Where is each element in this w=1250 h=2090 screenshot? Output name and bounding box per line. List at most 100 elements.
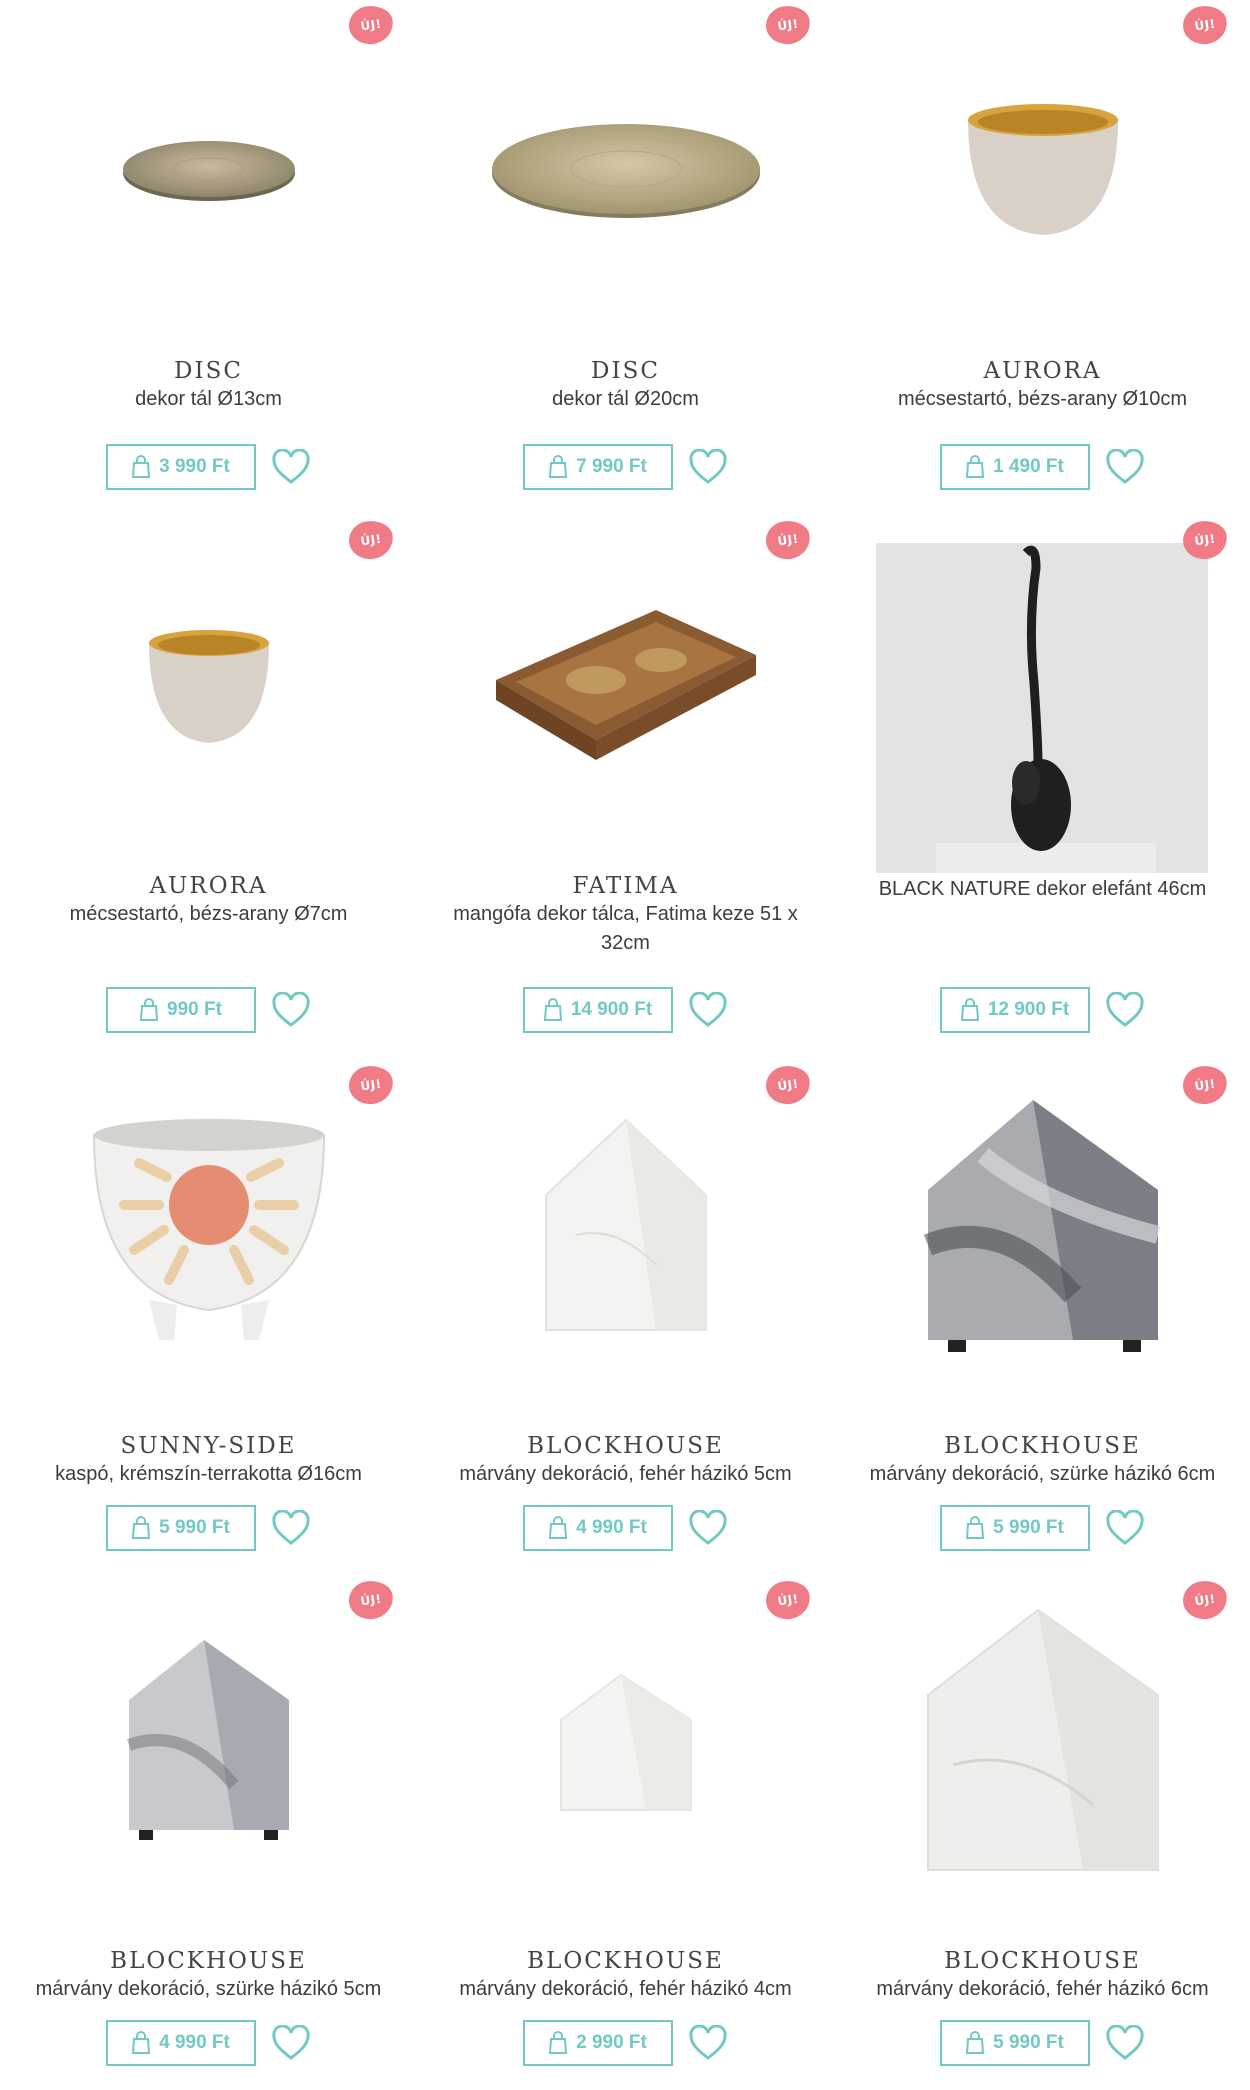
product-description[interactable]: dekor tál Ø20cm bbox=[437, 385, 814, 414]
price-label: 990 Ft bbox=[167, 999, 222, 1020]
wishlist-button[interactable] bbox=[270, 991, 312, 1029]
product-description[interactable]: mangófa dekor tálca, Fatima keze 51 x 32… bbox=[437, 900, 814, 958]
product-actions: 7 990 Ft bbox=[417, 444, 834, 490]
plate-image bbox=[491, 124, 760, 218]
product-card[interactable]: ÚJ! FATIMA mangófa dekor tálca, Fatima k… bbox=[417, 515, 834, 1060]
product-image[interactable] bbox=[417, 0, 834, 340]
product-card[interactable]: ÚJ! BLOCKHOUSE márvány dekoráció, fehér … bbox=[417, 1575, 834, 2090]
price-label: 2 990 Ft bbox=[576, 2032, 647, 2053]
product-description[interactable]: márvány dekoráció, szürke házikó 6cm bbox=[854, 1460, 1231, 1489]
product-card[interactable]: ÚJ! BLOCKHOUSE márvány dekoráció, szürke… bbox=[834, 1060, 1250, 1575]
wishlist-button[interactable] bbox=[687, 991, 729, 1029]
product-description[interactable]: kaspó, krémszín-terrakotta Ø16cm bbox=[20, 1460, 397, 1489]
product-card[interactable]: ÚJ! AURORA mécsestartó, bézs-arany Ø10cm… bbox=[834, 0, 1250, 515]
product-image[interactable] bbox=[0, 0, 417, 340]
marble-house-image bbox=[926, 1608, 1159, 1871]
product-description[interactable]: márvány dekoráció, szürke házikó 5cm bbox=[20, 1975, 397, 2004]
add-to-cart-button[interactable]: 7 990 Ft bbox=[522, 444, 673, 490]
heart-icon bbox=[688, 449, 727, 484]
heart-icon bbox=[1105, 2025, 1144, 2060]
add-to-cart-button[interactable]: 2 990 Ft bbox=[522, 2020, 673, 2066]
product-image[interactable] bbox=[876, 543, 1208, 873]
add-to-cart-button[interactable]: 5 990 Ft bbox=[939, 2020, 1090, 2066]
shopping-bag-icon bbox=[960, 998, 979, 1021]
product-name[interactable]: SUNNY-SIDE bbox=[0, 1433, 417, 1459]
product-card[interactable]: ÚJ! BLACK NATURE dekor elefánt 46cm 12 9… bbox=[834, 515, 1250, 1060]
product-image[interactable] bbox=[0, 1575, 417, 1915]
price-label: 4 990 Ft bbox=[576, 1517, 647, 1538]
price-label: 1 490 Ft bbox=[993, 456, 1064, 477]
product-image[interactable] bbox=[834, 1060, 1250, 1400]
price-label: 4 990 Ft bbox=[159, 2032, 230, 2053]
add-to-cart-button[interactable]: 5 990 Ft bbox=[105, 1505, 256, 1551]
shopping-bag-icon bbox=[549, 455, 568, 478]
product-card[interactable]: ÚJ! DISC dekor tál Ø20cm 7 990 Ft bbox=[417, 0, 834, 515]
product-name[interactable]: DISC bbox=[0, 358, 417, 384]
wishlist-button[interactable] bbox=[687, 2024, 729, 2062]
price-label: 3 990 Ft bbox=[159, 456, 230, 477]
product-name[interactable]: BLOCKHOUSE bbox=[834, 1433, 1250, 1459]
product-actions: 5 990 Ft bbox=[834, 2020, 1250, 2066]
product-card[interactable]: ÚJ! BLOCKHOUSE márvány dekoráció, szürke… bbox=[0, 1575, 417, 2090]
product-card[interactable]: ÚJ! SUNNY-SIDE kaspó, krémszín-terrakott… bbox=[0, 1060, 417, 1575]
wishlist-button[interactable] bbox=[687, 448, 729, 486]
price-label: 5 990 Ft bbox=[993, 2032, 1064, 2053]
product-image[interactable] bbox=[417, 1060, 834, 1400]
marble-house-image bbox=[559, 1673, 692, 1811]
product-name[interactable]: BLOCKHOUSE bbox=[0, 1948, 417, 1974]
product-name[interactable]: AURORA bbox=[834, 358, 1250, 384]
product-card[interactable]: ÚJ! BLOCKHOUSE márvány dekoráció, fehér … bbox=[417, 1060, 834, 1575]
shopping-bag-icon bbox=[543, 998, 562, 1021]
product-description[interactable]: mécsestartó, bézs-arany Ø7cm bbox=[20, 900, 397, 929]
add-to-cart-button[interactable]: 12 900 Ft bbox=[939, 987, 1090, 1033]
product-name[interactable]: BLOCKHOUSE bbox=[417, 1948, 834, 1974]
product-image[interactable] bbox=[834, 0, 1250, 340]
product-description[interactable]: mécsestartó, bézs-arany Ø10cm bbox=[854, 385, 1231, 414]
product-image[interactable] bbox=[834, 1575, 1250, 1915]
wishlist-button[interactable] bbox=[1104, 2024, 1146, 2062]
product-card[interactable]: ÚJ! DISC dekor tál Ø13cm 3 990 Ft bbox=[0, 0, 417, 515]
product-name[interactable]: AURORA bbox=[0, 873, 417, 899]
wishlist-button[interactable] bbox=[1104, 1509, 1146, 1547]
add-to-cart-button[interactable]: 4 990 Ft bbox=[522, 1505, 673, 1551]
product-name[interactable]: BLOCKHOUSE bbox=[417, 1433, 834, 1459]
product-card[interactable]: ÚJ! AURORA mécsestartó, bézs-arany Ø7cm … bbox=[0, 515, 417, 1060]
product-name[interactable]: BLOCKHOUSE bbox=[834, 1948, 1250, 1974]
product-image[interactable] bbox=[0, 515, 417, 855]
price-label: 5 990 Ft bbox=[159, 1517, 230, 1538]
shopping-bag-icon bbox=[132, 455, 151, 478]
shopping-bag-icon bbox=[139, 998, 159, 1021]
shopping-bag-icon bbox=[966, 1516, 985, 1539]
product-actions: 4 990 Ft bbox=[0, 2020, 417, 2066]
shopping-bag-icon bbox=[966, 455, 985, 478]
wishlist-button[interactable] bbox=[270, 2024, 312, 2062]
add-to-cart-button[interactable]: 3 990 Ft bbox=[105, 444, 256, 490]
wishlist-button[interactable] bbox=[1104, 448, 1146, 486]
product-image[interactable] bbox=[0, 1060, 417, 1400]
product-card[interactable]: ÚJ! BLOCKHOUSE márvány dekoráció, fehér … bbox=[834, 1575, 1250, 2090]
wishlist-button[interactable] bbox=[270, 1509, 312, 1547]
wishlist-button[interactable] bbox=[687, 1509, 729, 1547]
product-actions: 990 Ft bbox=[0, 987, 417, 1033]
add-to-cart-button[interactable]: 5 990 Ft bbox=[939, 1505, 1090, 1551]
product-description[interactable]: márvány dekoráció, fehér házikó 5cm bbox=[437, 1460, 814, 1489]
add-to-cart-button[interactable]: 14 900 Ft bbox=[522, 987, 673, 1033]
product-description[interactable]: dekor tál Ø13cm bbox=[20, 385, 397, 414]
candle-holder-image bbox=[148, 629, 269, 743]
product-image[interactable] bbox=[417, 1575, 834, 1915]
shopping-bag-icon bbox=[132, 1516, 151, 1539]
tray-image bbox=[495, 610, 756, 760]
product-description[interactable]: márvány dekoráció, fehér házikó 6cm bbox=[854, 1975, 1231, 2004]
wishlist-button[interactable] bbox=[1104, 991, 1146, 1029]
wishlist-button[interactable] bbox=[270, 448, 312, 486]
product-description[interactable]: BLACK NATURE dekor elefánt 46cm bbox=[854, 875, 1231, 904]
add-to-cart-button[interactable]: 990 Ft bbox=[105, 987, 256, 1033]
product-image[interactable] bbox=[417, 515, 834, 855]
add-to-cart-button[interactable]: 4 990 Ft bbox=[105, 2020, 256, 2066]
add-to-cart-button[interactable]: 1 490 Ft bbox=[939, 444, 1090, 490]
product-name[interactable]: DISC bbox=[417, 358, 834, 384]
product-name[interactable]: FATIMA bbox=[417, 873, 834, 899]
product-description[interactable]: márvány dekoráció, fehér házikó 4cm bbox=[437, 1975, 814, 2004]
heart-icon bbox=[688, 992, 727, 1027]
product-grid: ÚJ! DISC dekor tál Ø13cm 3 990 Ft ÚJ! DI… bbox=[0, 0, 1250, 2090]
